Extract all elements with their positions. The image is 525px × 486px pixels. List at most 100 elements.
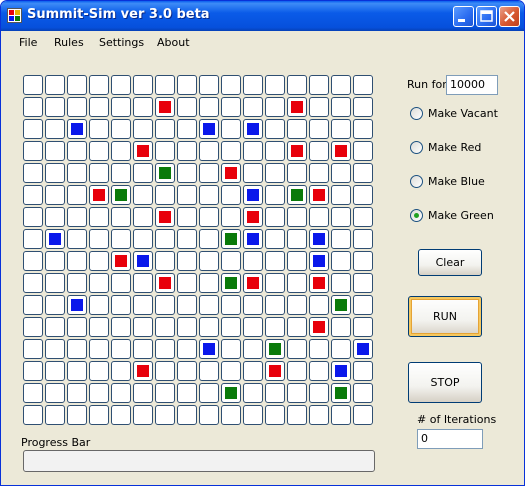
grid-cell[interactable] [353,339,373,359]
grid-cell[interactable] [155,251,175,271]
grid-cell[interactable] [133,383,153,403]
grid-cell[interactable] [309,361,329,381]
grid-cell[interactable] [221,317,241,337]
grid-cell[interactable] [199,295,219,315]
grid-cell[interactable] [243,361,263,381]
grid-cell[interactable] [67,207,87,227]
grid-cell[interactable] [177,273,197,293]
grid-cell[interactable] [177,75,197,95]
grid-cell[interactable] [111,229,131,249]
grid-cell[interactable] [111,273,131,293]
grid-cell[interactable] [177,339,197,359]
grid-cell[interactable] [243,185,263,205]
grid-cell[interactable] [177,119,197,139]
grid-cell[interactable] [221,383,241,403]
grid-cell[interactable] [67,97,87,117]
grid-cell[interactable] [353,163,373,183]
grid-cell[interactable] [199,163,219,183]
grid-cell[interactable] [199,75,219,95]
grid-cell[interactable] [265,273,285,293]
grid-cell[interactable] [243,229,263,249]
grid-cell[interactable] [23,251,43,271]
grid-cell[interactable] [331,229,351,249]
grid-cell[interactable] [265,361,285,381]
grid-cell[interactable] [155,185,175,205]
grid-cell[interactable] [243,251,263,271]
grid-cell[interactable] [133,119,153,139]
radio-make-green-label[interactable]: Make Green [428,209,494,222]
radio-make-vacant-label[interactable]: Make Vacant [428,107,498,120]
grid-cell[interactable] [111,141,131,161]
grid-cell[interactable] [23,207,43,227]
grid-cell[interactable] [155,163,175,183]
grid-cell[interactable] [23,229,43,249]
grid-cell[interactable] [331,251,351,271]
grid-cell[interactable] [353,273,373,293]
grid-cell[interactable] [23,273,43,293]
grid-cell[interactable] [111,361,131,381]
grid-cell[interactable] [309,273,329,293]
grid-cell[interactable] [45,75,65,95]
grid-cell[interactable] [265,383,285,403]
grid-cell[interactable] [177,295,197,315]
grid-cell[interactable] [177,141,197,161]
grid-cell[interactable] [67,163,87,183]
radio-make-vacant[interactable] [410,107,423,120]
grid-cell[interactable] [111,119,131,139]
grid-cell[interactable] [287,405,307,425]
run-button[interactable]: RUN [408,296,482,337]
grid-cell[interactable] [265,251,285,271]
grid-cell[interactable] [23,163,43,183]
grid-cell[interactable] [287,361,307,381]
grid-cell[interactable] [309,75,329,95]
grid-cell[interactable] [265,141,285,161]
grid-cell[interactable] [331,163,351,183]
grid-cell[interactable] [155,317,175,337]
grid-cell[interactable] [287,97,307,117]
grid-cell[interactable] [111,97,131,117]
grid-cell[interactable] [133,317,153,337]
grid-cell[interactable] [89,75,109,95]
grid-cell[interactable] [265,339,285,359]
grid-cell[interactable] [265,185,285,205]
grid-cell[interactable] [155,295,175,315]
grid-cell[interactable] [309,207,329,227]
grid-cell[interactable] [265,207,285,227]
grid-cell[interactable] [287,339,307,359]
grid-cell[interactable] [221,229,241,249]
grid-cell[interactable] [67,75,87,95]
grid-cell[interactable] [309,295,329,315]
grid-cell[interactable] [353,405,373,425]
grid-cell[interactable] [331,273,351,293]
grid-cell[interactable] [199,97,219,117]
grid-cell[interactable] [155,141,175,161]
grid-cell[interactable] [133,207,153,227]
grid-cell[interactable] [67,317,87,337]
grid-cell[interactable] [243,119,263,139]
grid-cell[interactable] [243,141,263,161]
menu-settings[interactable]: Settings [99,36,144,49]
grid-cell[interactable] [287,185,307,205]
grid-cell[interactable] [199,317,219,337]
grid-cell[interactable] [309,339,329,359]
grid-cell[interactable] [155,97,175,117]
grid-cell[interactable] [265,97,285,117]
stop-button[interactable]: STOP [408,362,482,403]
grid-cell[interactable] [111,405,131,425]
grid-cell[interactable] [111,383,131,403]
radio-make-red-label[interactable]: Make Red [428,141,481,154]
grid-cell[interactable] [221,251,241,271]
grid-cell[interactable] [133,295,153,315]
grid-cell[interactable] [89,207,109,227]
grid-cell[interactable] [133,229,153,249]
grid-cell[interactable] [155,75,175,95]
grid-cell[interactable] [23,361,43,381]
grid-cell[interactable] [45,97,65,117]
grid-cell[interactable] [177,361,197,381]
grid-cell[interactable] [23,317,43,337]
run-for-input[interactable]: 10000 [446,75,498,95]
grid-cell[interactable] [309,317,329,337]
grid-cell[interactable] [67,185,87,205]
menu-file[interactable]: File [19,36,37,49]
grid-cell[interactable] [309,163,329,183]
